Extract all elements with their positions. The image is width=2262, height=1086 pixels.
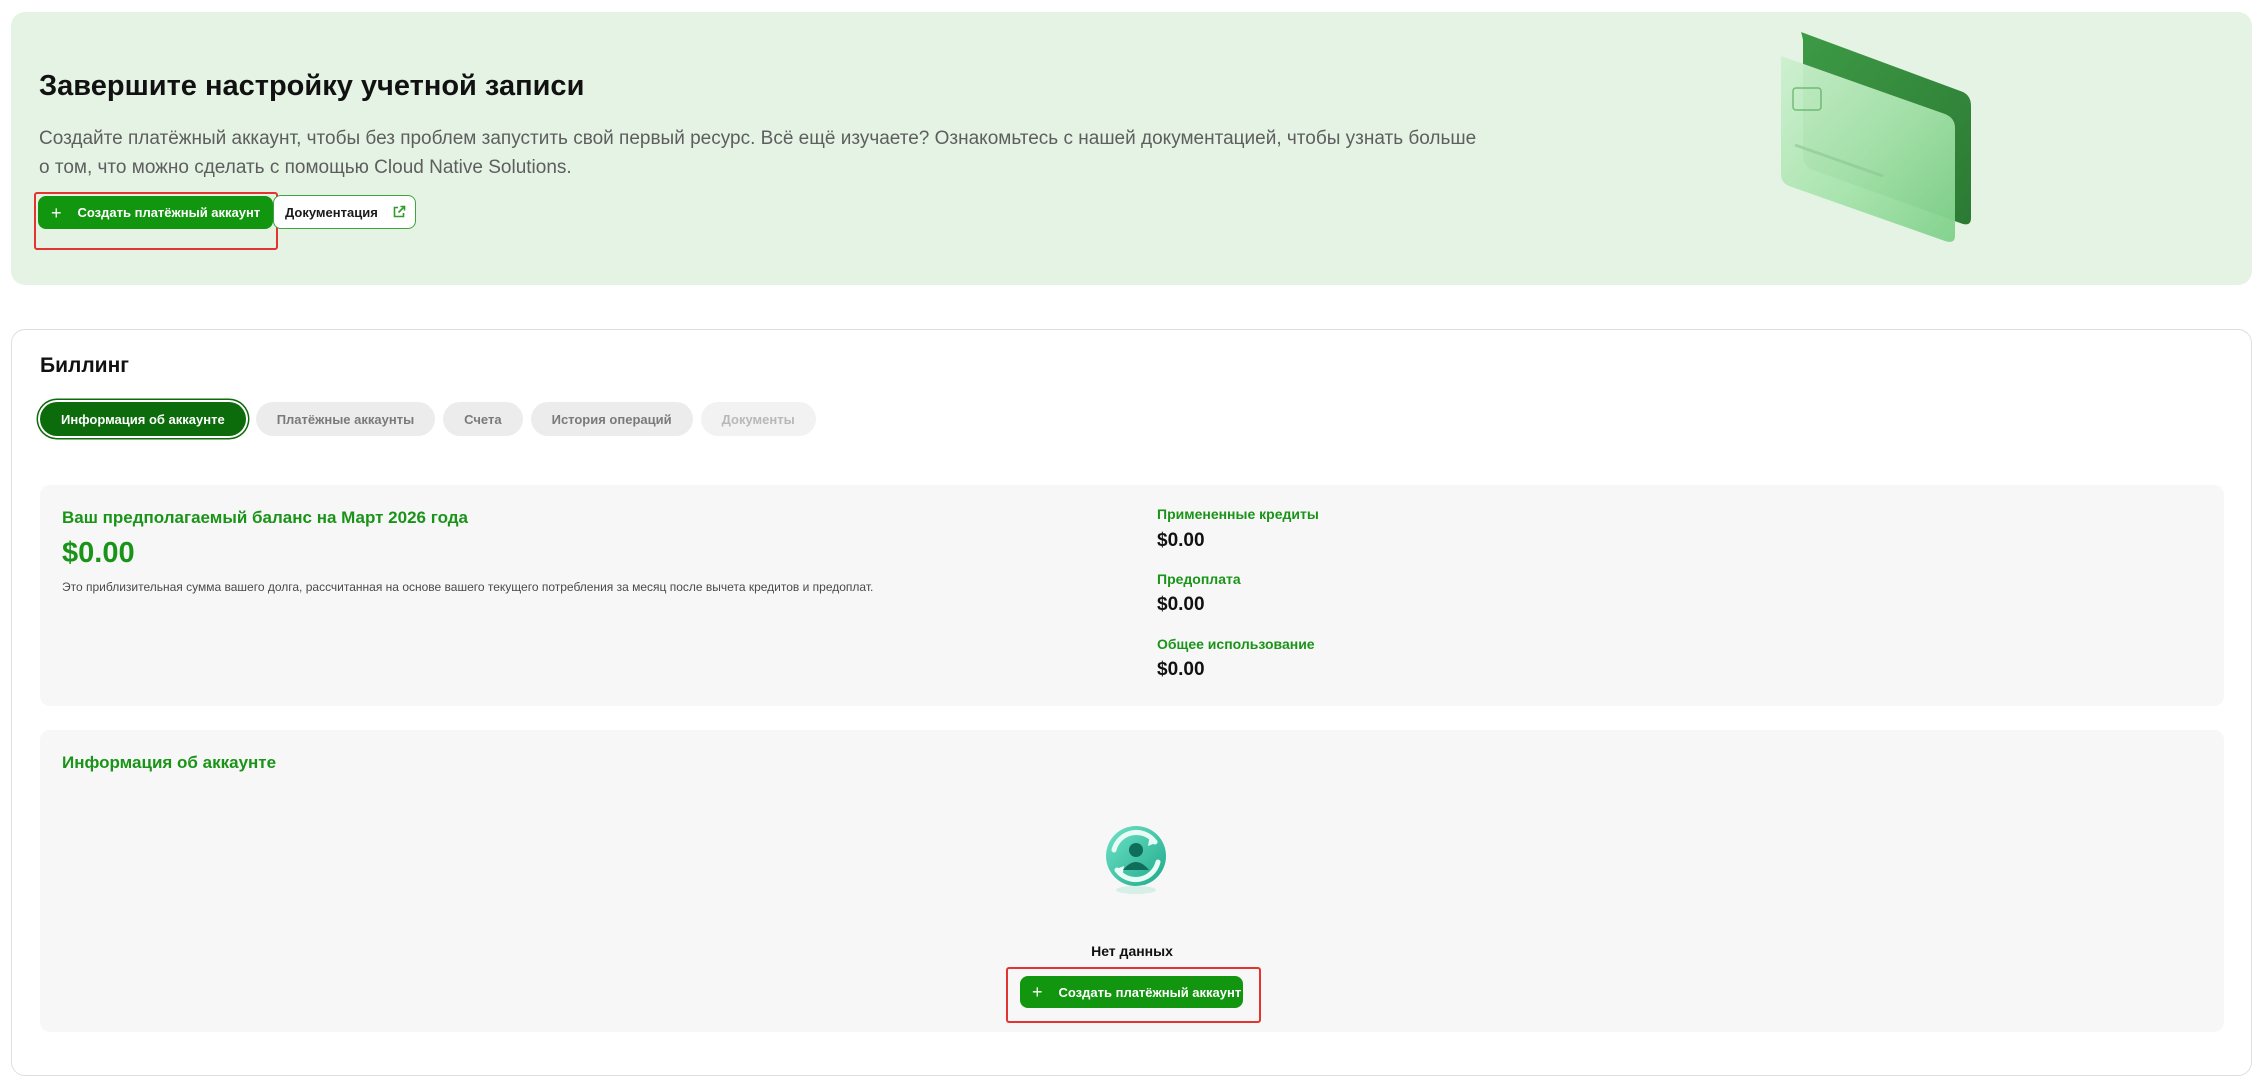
tab-billing-accounts[interactable]: Платёжные аккаунты [255,402,436,436]
external-link-icon [392,205,406,219]
banner-title: Завершите настройку учетной записи [39,70,585,102]
account-info-card: Информация об аккаунте Нет данных + Созд… [40,730,2224,1032]
applied-credits-value: $0.00 [1157,530,1205,551]
tab-documents: Документы [700,402,816,436]
empty-state-text: Нет данных [1091,943,1173,959]
create-billing-account-button-empty[interactable]: + Создать платёжный аккаунт [1020,976,1243,1008]
balance-amount: $0.00 [62,537,135,569]
create-billing-account-button[interactable]: + Создать платёжный аккаунт [38,196,273,229]
credit-card-illustration [1781,31,1971,242]
tab-account-info[interactable]: Информация об аккаунте [40,402,246,436]
prepayment-value: $0.00 [1157,594,1205,615]
prepayment-label: Предоплата [1157,571,1241,587]
balance-note: Это приблизительная сумма вашего долга, … [62,580,874,594]
user-sync-icon [1106,826,1166,894]
billing-panel: Биллинг Информация об аккаунте Платёжные… [11,329,2252,1076]
total-usage-label: Общее использование [1157,636,1315,652]
onboarding-banner: Завершите настройку учетной записи Созда… [11,12,2252,285]
billing-title: Биллинг [40,354,130,377]
billing-tabs: Информация об аккаунте Платёжные аккаунт… [37,402,816,436]
balance-heading: Ваш предполагаемый баланс на Март 2026 г… [62,508,468,527]
documentation-label: Документация [285,204,378,220]
account-info-heading: Информация об аккаунте [62,753,277,772]
applied-credits-label: Примененные кредиты [1157,506,1319,522]
create-billing-account-label: Создать платёжный аккаунт [1058,984,1242,1000]
plus-icon: + [1032,982,1043,1002]
tab-transaction-history[interactable]: История операций [530,402,693,436]
total-usage-value: $0.00 [1157,659,1205,680]
banner-description: Создайте платёжный аккаунт, чтобы без пр… [39,128,1477,178]
documentation-button[interactable]: Документация [273,195,416,229]
tab-invoices[interactable]: Счета [443,402,523,436]
plus-icon: + [51,202,62,223]
balance-card: Ваш предполагаемый баланс на Март 2026 г… [40,485,2224,706]
create-billing-account-label: Создать платёжный аккаунт [77,205,261,220]
